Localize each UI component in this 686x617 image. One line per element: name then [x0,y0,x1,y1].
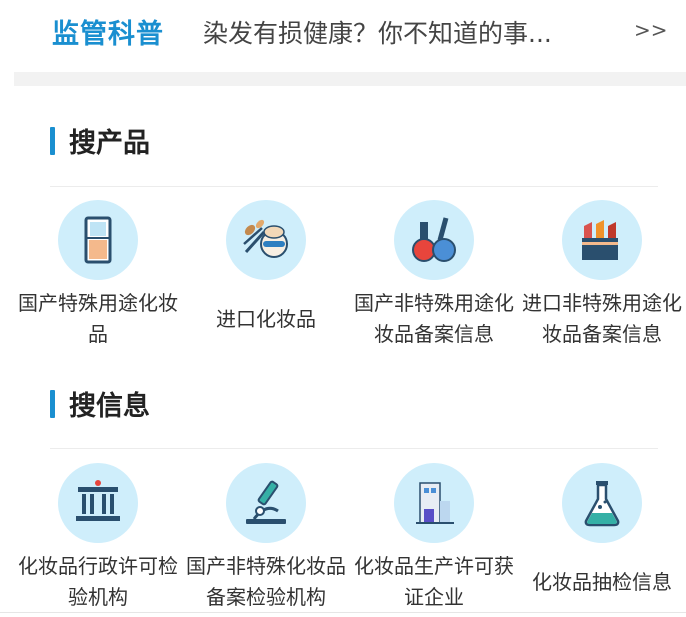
grid-item-imported-cosmetics[interactable]: 进口化妆品 [182,200,350,351]
news-bar[interactable]: 监管科普 染发有损健康？你不知道的事... >> [0,0,686,62]
foundation-compact-icon [58,200,138,280]
info-grid: 化妆品行政许可检验机构 国产非特殊化妆品备案检验机构 化妆品生产许可获证企业 化… [14,463,686,614]
grid-item-sampling-info[interactable]: 化妆品抽检信息 [518,463,686,614]
divider-band [14,72,686,86]
flask-icon [562,463,642,543]
bottom-divider [0,612,686,613]
grid-item-label: 国产非特殊用途化妆品备案信息 [354,291,514,346]
microscope-icon [226,463,306,543]
grid-item-admin-license-lab[interactable]: 化妆品行政许可检验机构 [14,463,182,614]
news-more-link[interactable]: >> [634,18,668,42]
section-header-products: 搜产品 [50,121,150,160]
makeup-brush-icon [226,200,306,280]
grid-item-label: 化妆品行政许可检验机构 [18,554,178,609]
section-header-info: 搜信息 [50,384,150,423]
section-accent-bar [50,126,55,155]
grid-item-imported-nonspecial-filing[interactable]: 进口非特殊用途化妆品备案信息 [518,200,686,351]
grid-item-domestic-special-cosmetics[interactable]: 国产特殊用途化妆品 [14,200,182,351]
grid-item-label: 化妆品生产许可获证企业 [354,554,514,609]
section-accent-bar [50,389,55,418]
lipstick-icon [562,200,642,280]
factory-icon [394,463,474,543]
news-title-link[interactable]: 染发有损健康？你不知道的事... [203,14,598,50]
section-title: 搜信息 [69,391,150,422]
grid-item-label: 化妆品抽检信息 [532,569,672,594]
section-divider [50,186,658,187]
product-grid: 国产特殊用途化妆品 进口化妆品 国产非特殊用途化妆品备案信息 进口非特殊用途化妆… [14,200,686,351]
grid-item-label: 进口非特殊用途化妆品备案信息 [522,291,682,346]
grid-item-domestic-nonspecial-filing[interactable]: 国产非特殊用途化妆品备案信息 [350,200,518,351]
news-tag: 监管科普 [52,19,164,50]
grid-item-production-license-enterprise[interactable]: 化妆品生产许可获证企业 [350,463,518,614]
section-divider [50,448,658,449]
section-title: 搜产品 [69,128,150,159]
grid-item-label: 国产特殊用途化妆品 [18,291,178,346]
grid-item-filing-test-lab[interactable]: 国产非特殊化妆品备案检验机构 [182,463,350,614]
institution-building-icon [58,463,138,543]
grid-item-label: 国产非特殊化妆品备案检验机构 [186,554,346,609]
nail-polish-icon [394,200,474,280]
grid-item-label: 进口化妆品 [216,306,316,331]
